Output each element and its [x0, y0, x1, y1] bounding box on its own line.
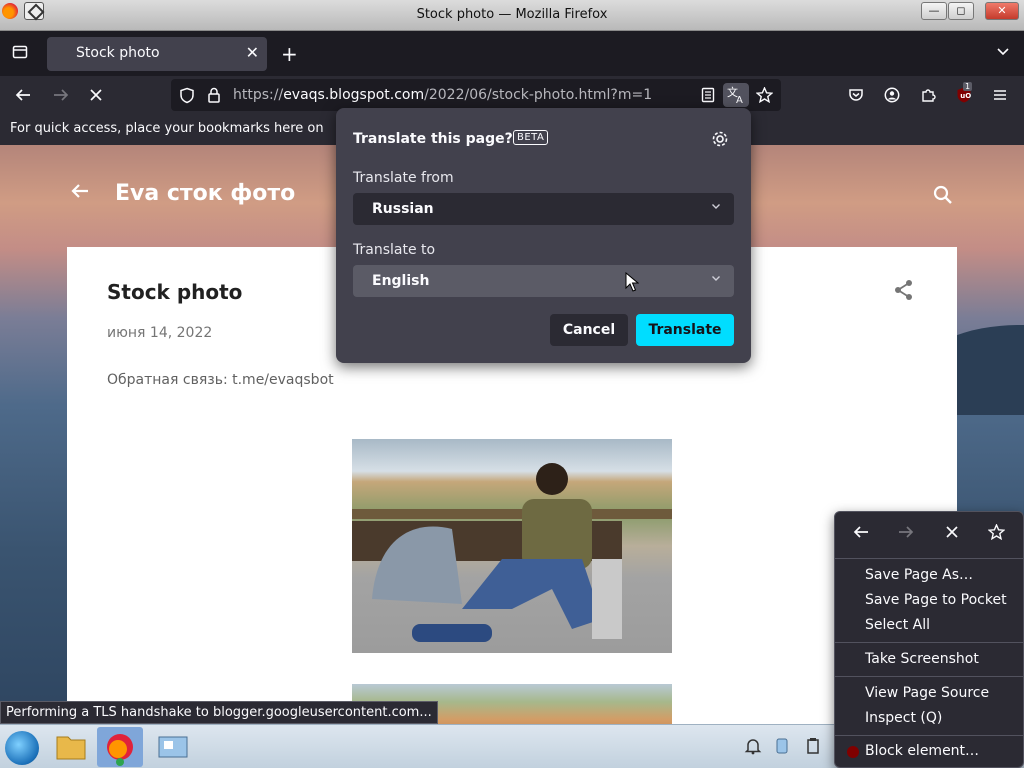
gear-icon[interactable] — [711, 130, 729, 153]
tab-strip: Stock photo ✕ + — [0, 31, 1024, 76]
account-icon[interactable] — [884, 87, 900, 106]
extensions-puzzle-icon[interactable] — [920, 87, 936, 106]
ublock-badge: 1 — [963, 82, 973, 91]
svg-text:uO: uO — [960, 92, 971, 100]
url-scheme: https:// — [233, 87, 284, 103]
status-panel: Performing a TLS handshake to blogger.go… — [0, 701, 438, 724]
menu-item-take-screenshot[interactable]: Take Screenshot — [865, 651, 979, 667]
post-title: Stock photo — [107, 280, 243, 304]
menu-item-save-page-as[interactable]: Save Page As… — [865, 567, 973, 583]
reader-view-icon[interactable] — [701, 87, 715, 106]
bookmarks-empty-message: For quick access, place your bookmarks h… — [10, 121, 324, 136]
translate-from-label: Translate from — [353, 170, 454, 186]
context-nav-row — [835, 512, 1024, 558]
firefox-taskbar-item[interactable] — [97, 727, 143, 767]
ublock-origin-icon — [847, 746, 859, 758]
share-icon[interactable] — [893, 279, 915, 301]
maximize-button[interactable]: ◻ — [948, 2, 974, 20]
menu-item-inspect[interactable]: Inspect (Q) — [865, 710, 942, 726]
bookmark-star-icon[interactable] — [755, 86, 774, 106]
chevron-down-icon[interactable] — [996, 43, 1010, 62]
cancel-button[interactable]: Cancel — [550, 314, 628, 346]
context-back-icon[interactable] — [852, 524, 870, 545]
menu-separator — [835, 735, 1024, 736]
stop-loading-icon[interactable] — [88, 87, 104, 106]
network-taskbar-item[interactable] — [150, 727, 196, 767]
back-arrow-icon[interactable] — [14, 87, 32, 106]
blog-back-arrow-icon[interactable] — [70, 181, 90, 206]
url-text[interactable]: https://evaqs.blogspot.com/2022/06/stock… — [233, 87, 652, 103]
menu-item-select-all[interactable]: Select All — [865, 617, 930, 633]
notification-bell-icon[interactable] — [744, 737, 762, 759]
blog-title[interactable]: Eva сток фото — [115, 181, 295, 206]
file-manager-taskbar-item[interactable] — [48, 727, 94, 767]
post-body: Обратная связь: t.me/evaqsbot — [107, 372, 334, 388]
hamburger-menu-icon[interactable] — [992, 87, 1008, 106]
translate-to-select[interactable]: English — [353, 265, 734, 297]
tab-label: Stock photo — [76, 45, 160, 61]
tracking-protection-shield-icon[interactable] — [179, 87, 195, 107]
start-button[interactable] — [5, 731, 39, 765]
post-date[interactable]: июня 14, 2022 — [107, 325, 212, 341]
post-photo[interactable] — [352, 439, 672, 653]
url-bar[interactable]: https://evaqs.blogspot.com/2022/06/stock… — [171, 79, 781, 111]
translate-to-value: English — [372, 273, 430, 289]
translate-panel: Translate this page? BETA Translate from… — [336, 108, 751, 363]
lock-icon[interactable] — [207, 87, 221, 106]
context-stop-icon[interactable] — [944, 524, 960, 545]
pocket-icon[interactable] — [848, 87, 864, 106]
minimize-button[interactable]: — — [921, 2, 947, 20]
network-tray-icon[interactable] — [774, 737, 790, 759]
tab-stock-photo[interactable]: Stock photo ✕ — [47, 37, 267, 71]
clipboard-tray-icon[interactable] — [806, 737, 820, 759]
menu-item-view-page-source[interactable]: View Page Source — [865, 685, 989, 701]
tab-close-icon[interactable]: ✕ — [246, 43, 259, 62]
window-titlebar: Stock photo — Mozilla Firefox — ◻ ✕ — [0, 0, 1024, 31]
context-bookmark-star-icon[interactable] — [987, 523, 1006, 545]
close-window-button[interactable]: ✕ — [985, 2, 1019, 20]
blog-search-icon[interactable] — [933, 185, 953, 205]
menu-separator — [835, 558, 1024, 559]
translate-button[interactable]: Translate — [636, 314, 734, 346]
translate-icon[interactable]: 文A — [723, 83, 749, 107]
chevron-down-icon — [710, 200, 722, 215]
menu-item-block-element[interactable]: Block element… — [865, 743, 979, 759]
translate-from-select[interactable]: Russian — [353, 193, 734, 225]
forward-arrow-icon[interactable] — [52, 87, 70, 106]
url-host: evaqs.blogspot.com — [283, 87, 425, 103]
window-title: Stock photo — Mozilla Firefox — [416, 7, 608, 22]
context-forward-icon[interactable] — [897, 524, 915, 545]
menu-separator — [835, 642, 1024, 643]
beta-badge: BETA — [513, 130, 549, 145]
translate-to-label: Translate to — [353, 242, 436, 258]
mouse-cursor-icon — [625, 271, 640, 296]
svg-text:A: A — [736, 95, 743, 106]
menu-item-save-to-pocket[interactable]: Save Page to Pocket — [865, 592, 1007, 608]
new-tab-icon[interactable]: + — [281, 42, 298, 66]
translate-from-value: Russian — [372, 201, 434, 217]
chevron-down-icon — [710, 272, 722, 287]
url-path: /2022/06/stock-photo.html?m=1 — [424, 87, 653, 103]
page-context-menu: Save Page As… Save Page to Pocket Select… — [834, 511, 1024, 768]
list-all-tabs-icon[interactable] — [12, 44, 28, 64]
menu-separator — [835, 676, 1024, 677]
translate-panel-heading: Translate this page? — [353, 131, 513, 147]
